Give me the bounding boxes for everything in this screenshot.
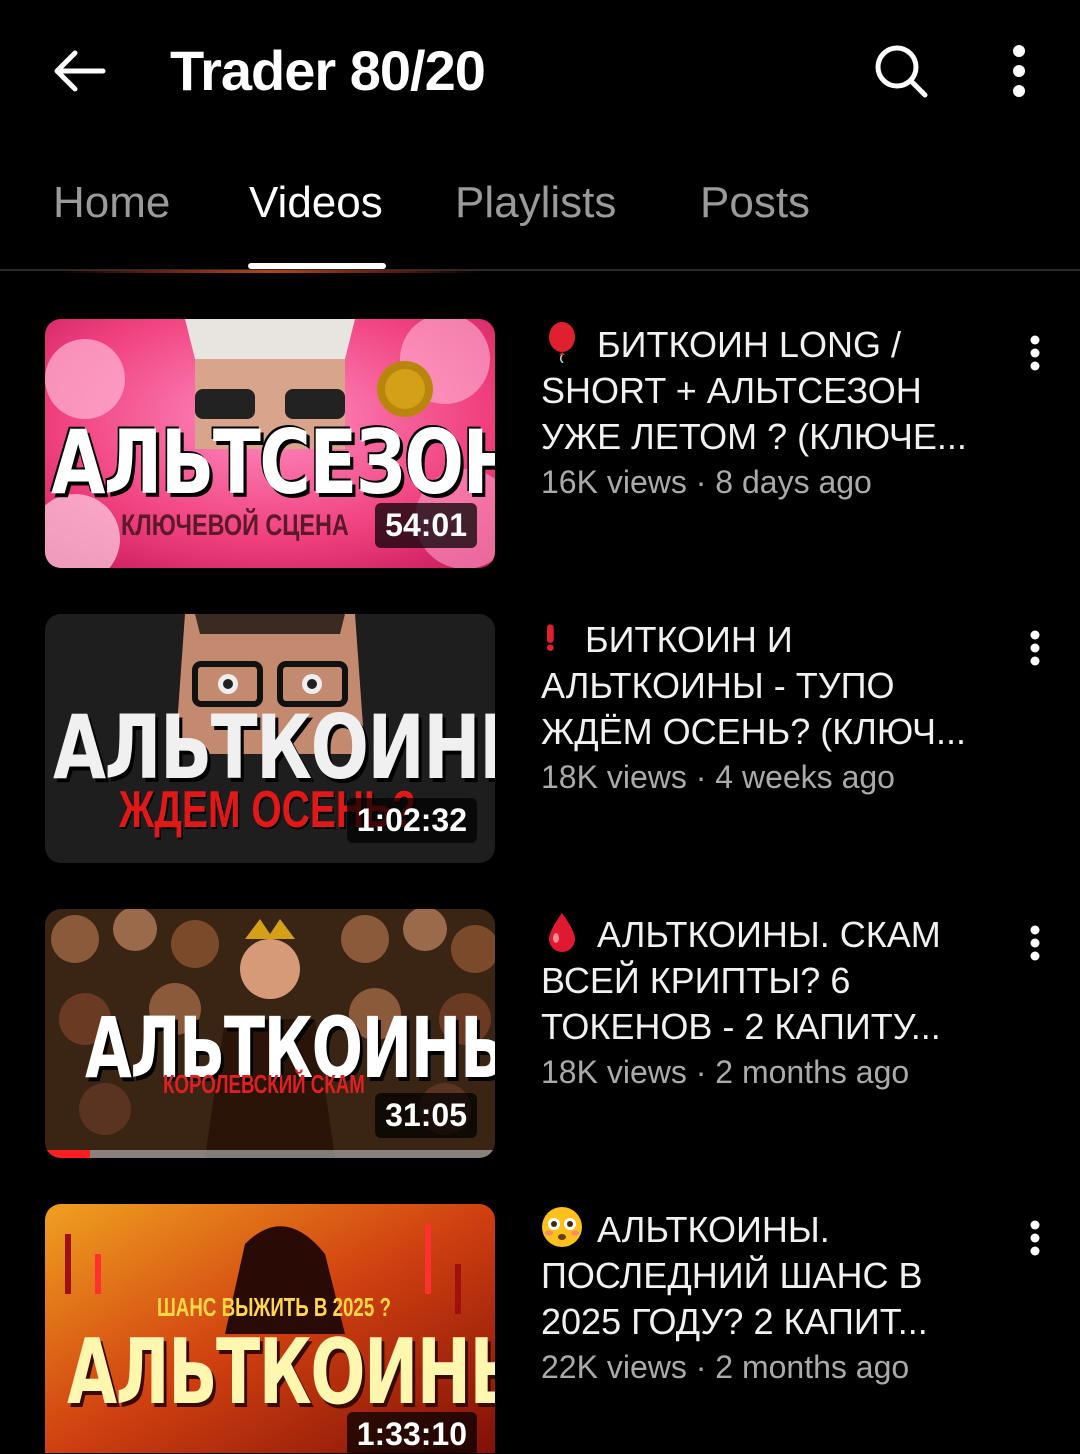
stats-separator: · bbox=[686, 759, 716, 795]
channel-title: Trader 80/20 bbox=[170, 39, 486, 102]
top-app-bar: Trader 80/20 bbox=[0, 0, 1080, 140]
exclamation-icon bbox=[547, 624, 554, 651]
video-duration: 1:02:32 bbox=[346, 798, 477, 843]
upload-age: 8 days ago bbox=[715, 464, 872, 500]
video-duration: 31:05 bbox=[375, 1093, 477, 1138]
video-meta: АЛЬТКОИНЫ. СКАМ ВСЕЙ КРИПТЫ? 6 ТОКЕНОВ -… bbox=[541, 911, 991, 1091]
thumbnail-subtitle-text: КЛЮЧЕВОЙ СЦЕНА bbox=[121, 509, 349, 542]
tab-posts[interactable]: Posts bbox=[700, 178, 810, 228]
divider bbox=[58, 270, 482, 273]
active-tab-indicator bbox=[248, 263, 386, 269]
video-title[interactable]: АЛЬТКОИНЫ. СКАМ ВСЕЙ КРИПТЫ? 6 ТОКЕНОВ -… bbox=[541, 911, 991, 1050]
video-item[interactable]: АЛЬТСЕЗОН КЛЮЧЕВОЙ СЦЕНА 54:01 БИТКОИН L… bbox=[0, 319, 1080, 569]
arrow-left-icon bbox=[54, 50, 106, 92]
video-stats: 16K views · 8 days ago bbox=[541, 464, 991, 501]
drop-icon bbox=[549, 913, 575, 952]
video-meta: БИТКОИН LONG / SHORT + АЛЬТСЕЗОН УЖЕ ЛЕТ… bbox=[541, 321, 991, 501]
more-vert-icon bbox=[1030, 630, 1040, 666]
thumbnail-subtitle-text: КОРОЛЕВСКИЙ СКАМ bbox=[163, 1069, 365, 1099]
upload-age: 2 months ago bbox=[715, 1349, 910, 1385]
upload-age: 2 months ago bbox=[715, 1054, 910, 1090]
stats-separator: · bbox=[686, 1054, 716, 1090]
tab-home[interactable]: Home bbox=[53, 178, 170, 228]
view-count: 16K views bbox=[541, 464, 687, 500]
video-thumbnail[interactable]: АЛЬТСЕЗОН КЛЮЧЕВОЙ СЦЕНА 54:01 bbox=[45, 319, 495, 568]
channel-tabs: Home Videos Playlists Posts bbox=[0, 150, 1080, 271]
more-vert-icon bbox=[1030, 925, 1040, 961]
video-thumbnail[interactable]: ШАНС ВЫЖИТЬ В 2025 ? АЛЬТКОИНЫ 1:33:10 bbox=[45, 1204, 495, 1453]
thumbnail-title-text: АЛЬТСЕЗОН bbox=[51, 411, 495, 514]
video-item[interactable]: АЛЬТКОИНЫ КОРОЛЕВСКИЙ СКАМ 31:05 АЛЬТКОИ… bbox=[0, 909, 1080, 1159]
video-title[interactable]: АЛЬТКОИНЫ. ПОСЛЕДНИЙ ШАНС В 2025 ГОДУ? 2… bbox=[541, 1206, 991, 1345]
stats-separator: · bbox=[686, 464, 716, 500]
view-count: 22K views bbox=[541, 1349, 687, 1385]
video-item[interactable]: ШАНС ВЫЖИТЬ В 2025 ? АЛЬТКОИНЫ 1:33:10 А… bbox=[0, 1204, 1080, 1454]
video-duration: 1:33:10 bbox=[346, 1412, 477, 1453]
back-button[interactable] bbox=[44, 36, 114, 106]
tab-playlists[interactable]: Playlists bbox=[455, 178, 616, 228]
balloon-icon bbox=[549, 322, 575, 363]
video-more-button[interactable] bbox=[1010, 323, 1060, 383]
more-options-button[interactable] bbox=[984, 36, 1054, 106]
video-duration: 54:01 bbox=[375, 503, 477, 548]
video-thumbnail[interactable]: АЛЬТКОИНЫ КОРОЛЕВСКИЙ СКАМ 31:05 bbox=[45, 909, 495, 1158]
video-stats: 18K views · 4 weeks ago bbox=[541, 759, 991, 796]
more-vert-icon bbox=[1030, 1220, 1040, 1256]
view-count: 18K views bbox=[541, 759, 687, 795]
more-vert-icon bbox=[1030, 335, 1040, 371]
video-more-button[interactable] bbox=[1010, 913, 1060, 973]
video-stats: 18K views · 2 months ago bbox=[541, 1054, 991, 1091]
more-vert-icon bbox=[1013, 45, 1025, 97]
video-title[interactable]: БИТКОИН LONG / SHORT + АЛЬТСЕЗОН УЖЕ ЛЕТ… bbox=[541, 321, 991, 460]
stats-separator: · bbox=[686, 1349, 716, 1385]
view-count: 18K views bbox=[541, 1054, 687, 1090]
video-more-button[interactable] bbox=[1010, 1208, 1060, 1268]
tab-videos[interactable]: Videos bbox=[249, 178, 383, 228]
video-item[interactable]: АЛЬТКОИНЫ ЖДЕМ ОСЕНЬ? 1:02:32 БИТКОИН И … bbox=[0, 614, 1080, 864]
upload-age: 4 weeks ago bbox=[715, 759, 895, 795]
video-title[interactable]: БИТКОИН И АЛЬТКОИНЫ - ТУПО ЖДЁМ ОСЕНЬ? (… bbox=[541, 616, 991, 755]
video-meta: АЛЬТКОИНЫ. ПОСЛЕДНИЙ ШАНС В 2025 ГОДУ? 2… bbox=[541, 1206, 991, 1386]
flushed-face-icon bbox=[542, 1207, 582, 1247]
search-icon bbox=[875, 45, 928, 98]
thumbnail-subtitle-text: ШАНС ВЫЖИТЬ В 2025 ? bbox=[157, 1292, 391, 1322]
thumbnail-title-text: АЛЬТКОИНЫ bbox=[67, 1320, 495, 1425]
video-meta: БИТКОИН И АЛЬТКОИНЫ - ТУПО ЖДЁМ ОСЕНЬ? (… bbox=[541, 616, 991, 796]
video-more-button[interactable] bbox=[1010, 618, 1060, 678]
search-button[interactable] bbox=[866, 36, 936, 106]
video-stats: 22K views · 2 months ago bbox=[541, 1349, 991, 1386]
watch-progress-fill bbox=[45, 1150, 90, 1158]
video-thumbnail[interactable]: АЛЬТКОИНЫ ЖДЕМ ОСЕНЬ? 1:02:32 bbox=[45, 614, 495, 863]
watch-progress-bar bbox=[45, 1150, 495, 1158]
